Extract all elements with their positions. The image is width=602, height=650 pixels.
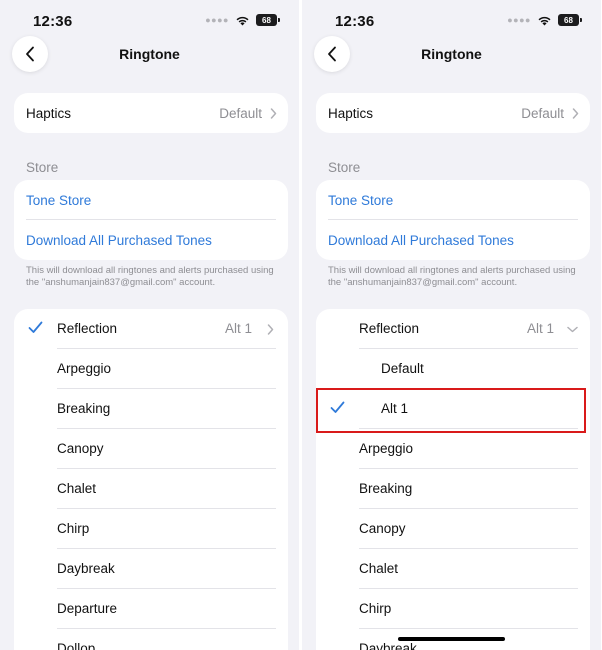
haptics-row[interactable]: Haptics Default bbox=[14, 93, 288, 133]
haptics-label: Haptics bbox=[328, 105, 374, 121]
tone-row[interactable]: Canopy bbox=[316, 509, 590, 549]
tone-store-link[interactable]: Tone Store bbox=[328, 193, 393, 208]
store-header: Store bbox=[26, 160, 59, 175]
store-footnote: This will download all ringtones and ale… bbox=[328, 265, 576, 288]
chevron-right-icon bbox=[572, 108, 579, 119]
page-title: Ringtone bbox=[421, 46, 482, 62]
download-all-row[interactable]: Download All Purchased Tones bbox=[14, 220, 288, 260]
haptics-card: Haptics Default bbox=[14, 93, 288, 133]
status-time: 12:36 bbox=[335, 13, 375, 30]
tone-row[interactable]: Chalet bbox=[316, 549, 590, 589]
page-title: Ringtone bbox=[119, 46, 180, 62]
chevron-right-icon bbox=[267, 324, 274, 335]
tone-label: Reflection bbox=[57, 321, 118, 336]
store-header: Store bbox=[328, 160, 361, 175]
right-screen: 12:36 ●●●● 68 Ringtone Haptics Default S… bbox=[302, 0, 601, 650]
status-icons: ●●●● 68 bbox=[507, 14, 582, 26]
tone-row[interactable]: Canopy bbox=[14, 429, 288, 469]
checkmark-icon bbox=[28, 321, 43, 333]
battery-icon: 68 bbox=[256, 14, 280, 26]
store-footnote: This will download all ringtones and ale… bbox=[26, 265, 274, 288]
tone-label: Arpeggio bbox=[57, 361, 112, 376]
variant-option-alt1[interactable]: Alt 1 bbox=[316, 389, 590, 429]
home-indicator bbox=[398, 637, 505, 641]
tone-store-row[interactable]: Tone Store bbox=[316, 180, 590, 220]
status-bar: 12:36 ●●●● 68 bbox=[302, 0, 601, 40]
haptics-label: Haptics bbox=[26, 105, 72, 121]
variant-label: Alt 1 bbox=[381, 401, 409, 416]
variant-label: Default bbox=[381, 361, 424, 376]
chevron-down-icon bbox=[567, 326, 578, 333]
store-card: Tone Store Download All Purchased Tones bbox=[14, 180, 288, 260]
tone-list-card: Reflection Alt 1 Default Alt 1 Arpeggio … bbox=[316, 309, 590, 650]
tone-label: Arpeggio bbox=[359, 441, 414, 456]
tone-label: Daybreak bbox=[57, 561, 115, 576]
haptics-row[interactable]: Haptics Default bbox=[316, 93, 590, 133]
tone-label: Chalet bbox=[359, 561, 399, 576]
checkmark-icon bbox=[330, 401, 345, 413]
tone-row[interactable]: Arpeggio bbox=[316, 429, 590, 469]
tone-label: Chalet bbox=[57, 481, 97, 496]
haptics-value: Default bbox=[521, 105, 564, 121]
tone-row-expanded[interactable]: Reflection Alt 1 bbox=[316, 309, 590, 349]
status-time: 12:36 bbox=[33, 13, 73, 30]
battery-icon: 68 bbox=[558, 14, 582, 26]
tone-variant-value: Alt 1 bbox=[224, 321, 252, 336]
tone-label: Chirp bbox=[359, 601, 392, 616]
chevron-right-icon bbox=[270, 108, 277, 119]
nav-bar: Ringtone bbox=[302, 36, 601, 72]
signal-icon: ●●●● bbox=[507, 14, 531, 25]
tone-label: Daybreak bbox=[359, 641, 417, 650]
tone-row[interactable]: Chirp bbox=[14, 509, 288, 549]
tone-label: Canopy bbox=[57, 441, 104, 456]
download-all-link[interactable]: Download All Purchased Tones bbox=[26, 233, 212, 248]
download-all-link[interactable]: Download All Purchased Tones bbox=[328, 233, 514, 248]
tone-label: Dollop bbox=[57, 641, 96, 650]
left-screen: 12:36 ●●●● 68 Ringtone Haptics Default S… bbox=[0, 0, 299, 650]
status-icons: ●●●● 68 bbox=[205, 14, 280, 26]
tone-row[interactable]: Breaking bbox=[316, 469, 590, 509]
tone-store-link[interactable]: Tone Store bbox=[26, 193, 91, 208]
haptics-value: Default bbox=[219, 105, 262, 121]
tone-row-selected[interactable]: Reflection Alt 1 bbox=[14, 309, 288, 349]
haptics-card: Haptics Default bbox=[316, 93, 590, 133]
tone-label: Breaking bbox=[57, 401, 111, 416]
tone-row[interactable]: Arpeggio bbox=[14, 349, 288, 389]
tone-label: Departure bbox=[57, 601, 118, 616]
tone-list-card: Reflection Alt 1 Arpeggio Breaking Canop… bbox=[14, 309, 288, 650]
variant-option-default[interactable]: Default bbox=[316, 349, 590, 389]
tone-row[interactable]: Daybreak bbox=[14, 549, 288, 589]
tone-row[interactable]: Departure bbox=[14, 589, 288, 629]
wifi-icon bbox=[538, 16, 551, 25]
tone-row[interactable]: Chirp bbox=[316, 589, 590, 629]
tone-label: Breaking bbox=[359, 481, 413, 496]
tone-store-row[interactable]: Tone Store bbox=[14, 180, 288, 220]
tone-label: Canopy bbox=[359, 521, 406, 536]
download-all-row[interactable]: Download All Purchased Tones bbox=[316, 220, 590, 260]
tone-variant-value: Alt 1 bbox=[526, 321, 554, 336]
wifi-icon bbox=[236, 16, 249, 25]
signal-icon: ●●●● bbox=[205, 14, 229, 25]
tone-label: Reflection bbox=[359, 321, 420, 336]
store-card: Tone Store Download All Purchased Tones bbox=[316, 180, 590, 260]
tone-row[interactable]: Chalet bbox=[14, 469, 288, 509]
tone-row[interactable]: Breaking bbox=[14, 389, 288, 429]
tone-row[interactable]: Dollop bbox=[14, 629, 288, 650]
tone-label: Chirp bbox=[57, 521, 90, 536]
nav-bar: Ringtone bbox=[0, 36, 299, 72]
status-bar: 12:36 ●●●● 68 bbox=[0, 0, 299, 40]
